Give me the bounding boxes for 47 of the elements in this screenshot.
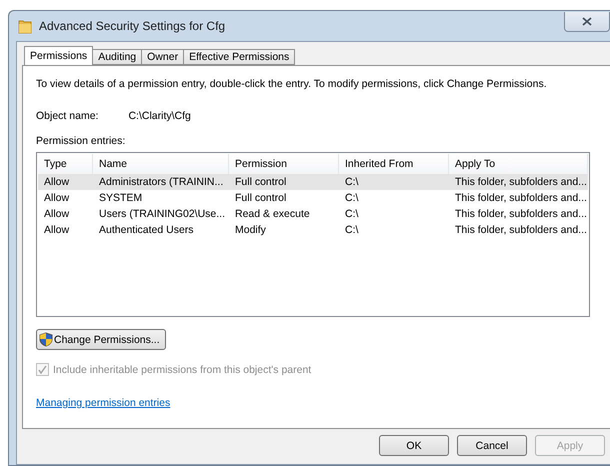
- table-cell-text: C:\: [344, 175, 360, 190]
- table-cell-text: This folder, subfolders and...: [454, 223, 588, 238]
- dialog-button[interactable]: OK: [379, 435, 449, 456]
- table-cell-text: Read & execute: [234, 207, 311, 222]
- table-cell-text: Allow: [43, 175, 70, 190]
- table-row[interactable]: Allow Administrators (TRAININ... Full control C:\ This folder, subfolders and...: [38, 174, 588, 190]
- column-header[interactable]: Type: [38, 154, 93, 174]
- column-header[interactable]: Apply To: [449, 154, 588, 174]
- table-cell-text: This folder, subfolders and...: [454, 207, 588, 222]
- table-cell-text: C:\: [344, 223, 360, 238]
- column-header[interactable]: Permission: [229, 154, 339, 174]
- column-header[interactable]: Name: [93, 154, 229, 174]
- table-cell-text: C:\: [344, 207, 360, 222]
- table-cell-text: Allow: [43, 207, 70, 222]
- window-title: Advanced Security Settings for Cfg: [39, 19, 226, 33]
- column-header[interactable]: Inherited From: [339, 154, 449, 174]
- table-row[interactable]: Allow Authenticated Users Modify C:\ This folder, subfolders and...: [38, 222, 588, 238]
- tab[interactable]: Owner: [141, 49, 184, 65]
- tab[interactable]: Permissions: [24, 46, 94, 65]
- table-cell-text: This folder, subfolders and...: [454, 175, 588, 190]
- table-cell-text: Users (TRAINING02\Use...: [98, 207, 226, 222]
- table-cell-text: Full control: [234, 175, 288, 190]
- help-link[interactable]: Managing permission entries: [36, 397, 170, 409]
- table-row[interactable]: Allow Users (TRAINING02\Use... Read & execute C:\ This folder, subfolders and...: [38, 206, 588, 222]
- tab[interactable]: Auditing: [92, 49, 142, 65]
- table-cell-text: Allow: [43, 191, 70, 206]
- change-permissions-button[interactable]: Change Permissions...: [36, 329, 166, 350]
- close-icon: [582, 17, 592, 26]
- object-name-label: Object name:: [36, 110, 98, 122]
- table-cell-text: Administrators (TRAININ...: [98, 175, 224, 190]
- table-cell-text: C:\: [344, 191, 360, 206]
- table-cell-text: This folder, subfolders and...: [454, 191, 588, 206]
- table-cell-text: Authenticated Users: [98, 223, 195, 238]
- table-cell-text: Full control: [234, 191, 288, 206]
- tab[interactable]: Effective Permissions: [183, 49, 296, 65]
- instructions-text: To view details of a permission entry, double-click the entry. To modify permissions, click Change Permissions.: [36, 78, 548, 90]
- entries-label: Permission entries:: [36, 135, 126, 147]
- table-cell-text: Allow: [43, 223, 70, 238]
- table-cell-text: SYSTEM: [98, 191, 144, 206]
- dialog-button[interactable]: Cancel: [457, 435, 527, 456]
- object-name-value: C:\Clarity\Cfg: [128, 110, 191, 122]
- shield-icon: [39, 332, 53, 347]
- folder-icon: [18, 18, 33, 34]
- close-button[interactable]: [564, 12, 610, 32]
- table-cell-text: Modify: [234, 223, 267, 238]
- checkbox-label: Include inheritable permissions from this object's parent: [53, 364, 312, 376]
- table-row[interactable]: Allow SYSTEM Full control C:\ This folder, subfolders and...: [38, 190, 588, 206]
